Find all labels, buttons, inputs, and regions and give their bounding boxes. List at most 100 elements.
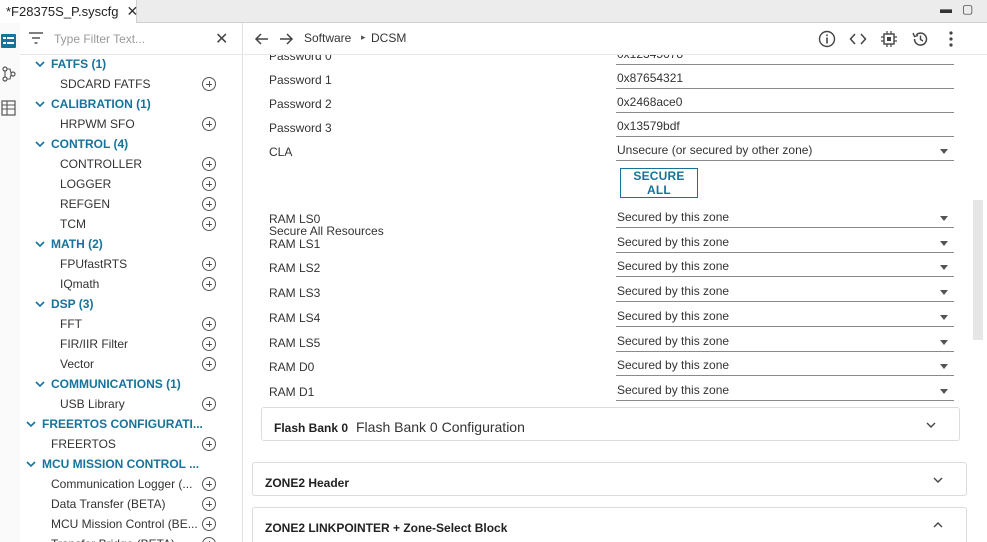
chevron-down-icon[interactable] [34, 98, 46, 110]
add-module-icon[interactable] [202, 337, 216, 351]
zone2-linkpointer-panel[interactable]: ZONE2 LINKPOINTER + Zone-Select Block [252, 507, 967, 542]
chevron-down-icon[interactable] [34, 58, 46, 70]
add-module-icon[interactable] [202, 317, 216, 331]
chevron-down-icon[interactable] [34, 378, 46, 390]
secure-all-button[interactable]: SECURE ALL [620, 168, 698, 198]
property-input[interactable]: 0x2468ace0 [616, 92, 954, 113]
zone2-header-panel[interactable]: ZONE2 Header [252, 462, 967, 496]
more-options-icon[interactable] [942, 30, 960, 48]
property-value: Secured by this zone [617, 284, 730, 299]
chevron-down-icon[interactable] [25, 418, 37, 430]
breadcrumb-software[interactable]: Software [304, 31, 351, 45]
info-icon[interactable] [818, 30, 836, 48]
add-module-icon[interactable] [202, 197, 216, 211]
tab-close-icon[interactable]: ✕ [127, 3, 139, 20]
editor-tab[interactable]: *F28375S_P.syscfg ✕ [0, 0, 139, 23]
maximize-icon[interactable]: ▢ [962, 2, 973, 16]
add-module-icon[interactable] [202, 517, 216, 531]
tree-item[interactable]: HRPWM SFO [20, 114, 230, 134]
code-view-icon[interactable] [849, 30, 867, 48]
history-icon[interactable] [911, 30, 929, 48]
add-module-icon[interactable] [202, 537, 216, 542]
tree-item-label: HRPWM SFO [60, 117, 135, 131]
hierarchy-view-icon[interactable] [1, 66, 17, 82]
chevron-down-icon[interactable] [34, 298, 46, 310]
property-label: RAM D1 [269, 384, 315, 399]
add-module-icon[interactable] [202, 217, 216, 231]
tree-category[interactable]: MCU MISSION CONTROL ... [20, 454, 230, 474]
filter-input[interactable] [54, 29, 204, 49]
back-arrow-icon[interactable] [254, 31, 270, 47]
tree-item-label: Data Transfer (BETA) [51, 497, 166, 511]
tree-category[interactable]: FATFS (1) [20, 55, 230, 74]
chevron-down-icon[interactable] [25, 458, 37, 470]
property-dropdown[interactable]: Secured by this zone [616, 380, 954, 401]
tree-item[interactable]: FIR/IIR Filter [20, 334, 230, 354]
tree-item[interactable]: Transfer Bridge (BETA) [20, 534, 230, 542]
add-module-icon[interactable] [202, 357, 216, 371]
tree-item[interactable]: Communication Logger (... [20, 474, 230, 494]
module-sidebar: ✕ FATFS (1) SDCARD FATFS CALIBRATION (1) HR… [20, 23, 260, 542]
property-value: Secured by this zone [617, 259, 730, 274]
tree-item[interactable]: FFT [20, 314, 230, 334]
tree-item[interactable]: IQmath [20, 274, 230, 294]
breadcrumb-separator: ▸ [361, 32, 366, 42]
chevron-down-icon[interactable] [932, 474, 944, 486]
flash-bank-0-panel[interactable]: Flash Bank 0 Flash Bank 0 Configuration [261, 407, 960, 441]
minimize-icon[interactable]: ▬ [940, 2, 952, 16]
tree-item[interactable]: FREERTOS [20, 434, 230, 454]
property-input[interactable]: 0x12345678 [616, 55, 954, 65]
tree-category[interactable]: COMMUNICATIONS (1) [20, 374, 230, 394]
add-module-icon[interactable] [202, 117, 216, 131]
chevron-down-icon[interactable] [34, 138, 46, 150]
tree-category[interactable]: MATH (2) [20, 234, 230, 254]
tree-category[interactable]: DSP (3) [20, 294, 230, 314]
property-dropdown[interactable]: Secured by this zone [616, 256, 954, 278]
property-dropdown[interactable]: Secured by this zone [616, 281, 954, 303]
tree-item[interactable]: Data Transfer (BETA) [20, 494, 230, 514]
property-dropdown[interactable]: Secured by this zone [616, 331, 954, 352]
main-scrollbar[interactable] [973, 200, 983, 340]
tree-item[interactable]: SDCARD FATFS [20, 74, 230, 94]
property-dropdown[interactable]: Unsecure (or secured by other zone) [616, 140, 954, 161]
property-dropdown[interactable]: Secured by this zone [616, 306, 954, 327]
add-module-icon[interactable] [202, 77, 216, 91]
tree-item[interactable]: LOGGER [20, 174, 230, 194]
add-module-icon[interactable] [202, 437, 216, 451]
property-dropdown[interactable]: Secured by this zone [616, 355, 954, 377]
add-module-icon[interactable] [202, 397, 216, 411]
tree-category[interactable]: FREERTOS CONFIGURATI... [20, 414, 230, 434]
clear-filter-icon[interactable]: ✕ [215, 29, 228, 49]
device-chip-icon[interactable] [880, 30, 898, 48]
add-module-icon[interactable] [202, 257, 216, 271]
tree-item[interactable]: TCM [20, 214, 230, 234]
property-input[interactable]: 0x87654321 [616, 68, 954, 89]
tree-item[interactable]: MCU Mission Control (BE... [20, 514, 230, 534]
tree-category[interactable]: CALIBRATION (1) [20, 94, 230, 114]
tree-item[interactable]: REFGEN [20, 194, 230, 214]
tree-item[interactable]: USB Library [20, 394, 230, 414]
tree-item-label: IQmath [60, 277, 100, 291]
add-module-icon[interactable] [202, 497, 216, 511]
outline-view-icon[interactable] [1, 33, 17, 49]
property-value: Secured by this zone [617, 234, 730, 249]
property-dropdown[interactable]: Secured by this zone [616, 207, 954, 228]
property-dropdown[interactable]: Secured by this zone [616, 232, 954, 253]
property-input[interactable]: 0x13579bdf [616, 116, 954, 137]
chevron-up-icon[interactable] [932, 519, 944, 531]
add-module-icon[interactable] [202, 277, 216, 291]
property-label: RAM LS3 [269, 286, 321, 301]
tree-category[interactable]: CONTROL (4) [20, 134, 230, 154]
tree-category-label: CONTROL (4) [51, 137, 129, 151]
chevron-down-icon[interactable] [34, 238, 46, 250]
chevron-down-icon[interactable] [925, 419, 937, 431]
add-module-icon[interactable] [202, 177, 216, 191]
tree-category-label: FREERTOS CONFIGURATI... [42, 417, 203, 431]
tree-item[interactable]: Vector [20, 354, 230, 374]
add-module-icon[interactable] [202, 477, 216, 491]
table-view-icon[interactable] [1, 100, 17, 116]
tree-item[interactable]: CONTROLLER [20, 154, 230, 174]
add-module-icon[interactable] [202, 157, 216, 171]
tree-item[interactable]: FPUfastRTS [20, 254, 230, 274]
forward-arrow-icon[interactable] [278, 31, 294, 47]
